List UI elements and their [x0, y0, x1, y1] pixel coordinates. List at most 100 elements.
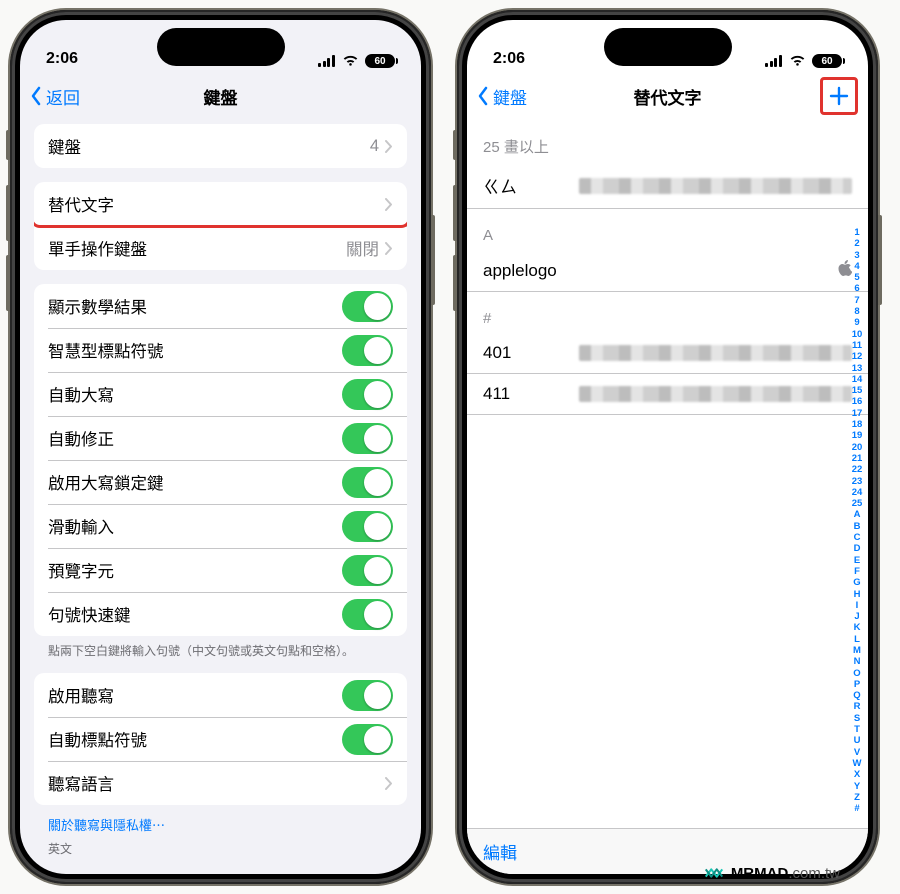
list-item[interactable]: applelogo	[467, 250, 868, 292]
index-entry[interactable]: 19	[850, 431, 864, 441]
row-toggle[interactable]: 啟用大寫鎖定鍵	[34, 460, 407, 504]
index-entry[interactable]: H	[850, 590, 864, 600]
index-entry[interactable]: 14	[850, 375, 864, 385]
index-entry[interactable]: 24	[850, 488, 864, 498]
row-toggle[interactable]: 顯示數學結果	[34, 284, 407, 328]
replacements-list[interactable]: 25 畫以上 ㄍㄙ A applelogo # 401	[467, 118, 868, 874]
index-entry[interactable]: E	[850, 556, 864, 566]
back-button[interactable]: 返回	[30, 84, 80, 109]
index-entry[interactable]: 16	[850, 397, 864, 407]
index-entry[interactable]: R	[850, 702, 864, 712]
index-entry[interactable]: D	[850, 544, 864, 554]
index-entry[interactable]: X	[850, 770, 864, 780]
index-entry[interactable]: 5	[850, 273, 864, 283]
index-entry[interactable]: 7	[850, 296, 864, 306]
list-item[interactable]: ㄍㄙ	[467, 163, 868, 209]
index-entry[interactable]: O	[850, 669, 864, 679]
row-auto-punctuation[interactable]: 自動標點符號	[34, 717, 407, 761]
index-entry[interactable]: A	[850, 510, 864, 520]
row-toggle[interactable]: 預覽字元	[34, 548, 407, 592]
index-entry[interactable]: 4	[850, 262, 864, 272]
row-label: 自動修正	[48, 426, 342, 450]
index-entry[interactable]: I	[850, 601, 864, 611]
dictation-privacy-link[interactable]: 關於聽寫與隱私權⋯	[20, 805, 421, 836]
list-item[interactable]: 411	[467, 374, 868, 415]
index-entry[interactable]: 13	[850, 364, 864, 374]
index-entry[interactable]: L	[850, 635, 864, 645]
row-text-replacement[interactable]: 替代文字	[34, 182, 407, 226]
index-entry[interactable]: 18	[850, 420, 864, 430]
index-entry[interactable]: 3	[850, 251, 864, 261]
index-entry[interactable]: B	[850, 522, 864, 532]
settings-scroll[interactable]: 鍵盤 4 替代文字 單手操作鍵盤 關閉	[20, 118, 421, 874]
index-entry[interactable]: T	[850, 725, 864, 735]
section-index[interactable]: 1234567891011121314151617181920212223242…	[850, 228, 864, 814]
index-entry[interactable]: 23	[850, 477, 864, 487]
item-phrase-blurred	[579, 178, 852, 194]
switch-on[interactable]	[342, 335, 393, 366]
index-entry[interactable]: V	[850, 748, 864, 758]
row-toggle[interactable]: 自動大寫	[34, 372, 407, 416]
back-button[interactable]: 鍵盤	[477, 84, 527, 109]
switch-on[interactable]	[342, 423, 393, 454]
index-entry[interactable]: 9	[850, 318, 864, 328]
dynamic-island	[604, 28, 732, 66]
index-entry[interactable]: 20	[850, 443, 864, 453]
index-entry[interactable]: 21	[850, 454, 864, 464]
row-toggle[interactable]: 自動修正	[34, 416, 407, 460]
index-entry[interactable]: 8	[850, 307, 864, 317]
switch-on[interactable]	[342, 291, 393, 322]
index-entry[interactable]: Z	[850, 793, 864, 803]
chevron-right-icon	[385, 777, 393, 790]
switch-on[interactable]	[342, 379, 393, 410]
index-entry[interactable]: N	[850, 657, 864, 667]
edit-button[interactable]: 編輯	[483, 839, 517, 864]
index-entry[interactable]: 1	[850, 228, 864, 238]
index-entry[interactable]: Y	[850, 782, 864, 792]
page-title: 鍵盤	[204, 84, 238, 109]
row-enable-dictation[interactable]: 啟用聽寫	[34, 673, 407, 717]
index-entry[interactable]: 6	[850, 284, 864, 294]
index-entry[interactable]: 12	[850, 352, 864, 362]
list-item[interactable]: 401	[467, 333, 868, 374]
wifi-icon	[789, 55, 806, 67]
index-entry[interactable]: M	[850, 646, 864, 656]
index-entry[interactable]: Q	[850, 691, 864, 701]
index-entry[interactable]: 22	[850, 465, 864, 475]
add-button[interactable]	[820, 77, 858, 115]
switch-on[interactable]	[342, 467, 393, 498]
switch-on[interactable]	[342, 680, 393, 711]
index-entry[interactable]: C	[850, 533, 864, 543]
status-time: 2:06	[46, 50, 78, 68]
switch-on[interactable]	[342, 599, 393, 630]
row-label: 啟用聽寫	[48, 683, 342, 707]
index-entry[interactable]: #	[850, 804, 864, 814]
row-one-handed-keyboard[interactable]: 單手操作鍵盤 關閉	[34, 226, 407, 270]
switch-on[interactable]	[342, 724, 393, 755]
index-entry[interactable]: 17	[850, 409, 864, 419]
index-entry[interactable]: 15	[850, 386, 864, 396]
index-entry[interactable]: G	[850, 578, 864, 588]
index-entry[interactable]: U	[850, 736, 864, 746]
row-toggle[interactable]: 智慧型標點符號	[34, 328, 407, 372]
index-entry[interactable]: F	[850, 567, 864, 577]
index-entry[interactable]: S	[850, 714, 864, 724]
row-toggle[interactable]: 句號快速鍵	[34, 592, 407, 636]
language-footer: 英文	[20, 836, 421, 861]
dynamic-island	[157, 28, 285, 66]
index-entry[interactable]: W	[850, 759, 864, 769]
nav-bar: 鍵盤 替代文字	[467, 74, 868, 118]
row-keyboards[interactable]: 鍵盤 4	[34, 124, 407, 168]
index-entry[interactable]: K	[850, 623, 864, 633]
row-label: 預覽字元	[48, 558, 342, 582]
index-entry[interactable]: J	[850, 612, 864, 622]
index-entry[interactable]: P	[850, 680, 864, 690]
row-dictation-language[interactable]: 聽寫語言	[34, 761, 407, 805]
switch-on[interactable]	[342, 555, 393, 586]
index-entry[interactable]: 10	[850, 330, 864, 340]
index-entry[interactable]: 11	[850, 341, 864, 351]
index-entry[interactable]: 25	[850, 499, 864, 509]
index-entry[interactable]: 2	[850, 239, 864, 249]
row-toggle[interactable]: 滑動輸入	[34, 504, 407, 548]
switch-on[interactable]	[342, 511, 393, 542]
